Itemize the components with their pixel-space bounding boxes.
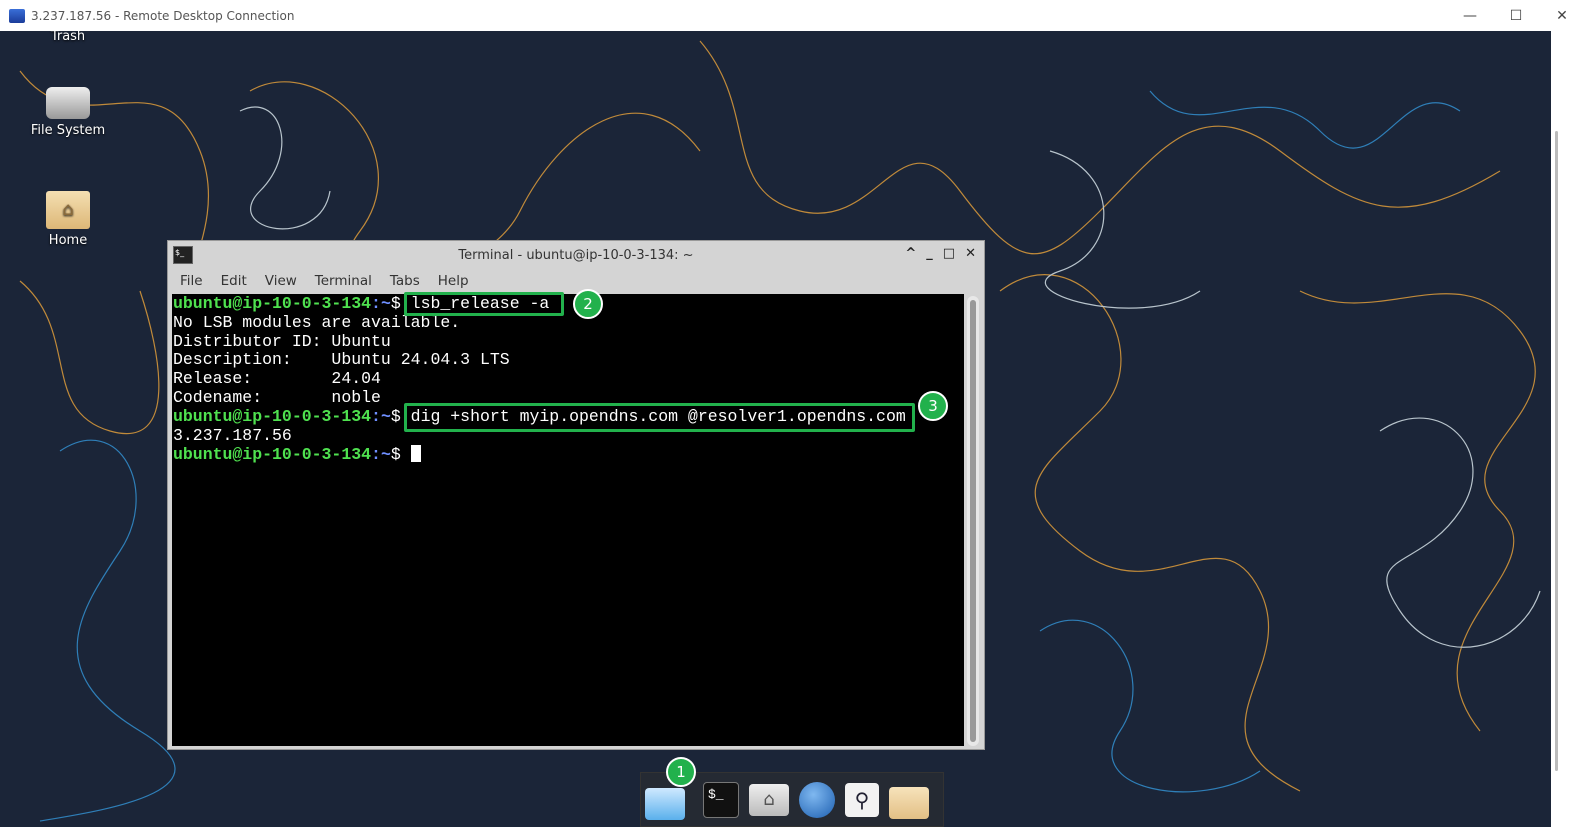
prompt-path: :~ <box>371 294 391 313</box>
menu-tabs[interactable]: Tabs <box>390 273 420 289</box>
terminal-menubar: File Edit View Terminal Tabs Help <box>168 269 984 293</box>
terminal-icon: $_ <box>173 246 193 264</box>
web-browser-icon[interactable] <box>799 781 835 818</box>
output-line: Description: Ubuntu 24.04.3 LTS <box>173 350 510 370</box>
output-line: No LSB modules are available. <box>173 312 461 332</box>
menu-help[interactable]: Help <box>438 273 469 289</box>
prompt-user: ubuntu@ip-10-0-3-134 <box>173 406 372 426</box>
term-maximize-button[interactable]: □ <box>943 246 955 261</box>
prompt-symbol: $ <box>390 445 411 465</box>
prompt-path: :~ <box>371 445 391 465</box>
terminal-titlebar[interactable]: $_ Terminal - ubuntu@ip-10-0-3-134: ~ ^ _… <box>168 241 984 269</box>
minimize-button[interactable]: — <box>1447 0 1493 31</box>
menu-view[interactable]: View <box>265 273 297 289</box>
home-label: Home <box>48 233 88 248</box>
terminal-scrollbar[interactable] <box>967 296 979 746</box>
annotation-number-2: 2 <box>573 289 603 319</box>
desktop-icon-trash[interactable]: Trash <box>23 31 113 44</box>
annotation-box-3 <box>404 403 915 432</box>
menu-edit[interactable]: Edit <box>221 273 247 289</box>
annotation-number-1: 1 <box>666 757 696 787</box>
output-line: Distributor ID: Ubuntu <box>173 331 391 351</box>
term-minimize-button[interactable]: _ <box>926 246 933 261</box>
terminal-launcher-icon[interactable]: $_ <box>703 781 739 818</box>
prompt-path: :~ <box>371 406 391 426</box>
annotation-box-2 <box>404 292 564 316</box>
desktop-scrollbar[interactable] <box>1551 31 1585 827</box>
file-system-label: File System <box>30 123 106 138</box>
menu-terminal[interactable]: Terminal <box>315 273 372 289</box>
file-manager-icon[interactable] <box>889 786 929 819</box>
annotation-number-3: 3 <box>918 391 948 421</box>
desktop-icon-home[interactable]: ⌂ Home <box>23 191 113 248</box>
home-folder-icon: ⌂ <box>46 191 90 229</box>
show-desktop-icon[interactable] <box>645 787 685 820</box>
output-line: Release: 24.04 <box>173 369 381 389</box>
maximize-button[interactable]: ☐ <box>1493 0 1539 31</box>
menu-file[interactable]: File <box>180 273 203 289</box>
trash-label: Trash <box>50 31 86 44</box>
search-icon[interactable]: ⚲ <box>845 782 879 817</box>
prompt-user: ubuntu@ip-10-0-3-134 <box>173 294 372 313</box>
terminal-output[interactable]: ubuntu@ip-10-0-3-134:~$ lsb_release -a No… <box>172 294 964 746</box>
shade-button[interactable]: ^ <box>905 246 916 261</box>
window-title: 3.237.187.56 - Remote Desktop Connection <box>31 8 295 23</box>
rdp-titlebar: 3.237.187.56 - Remote Desktop Connection… <box>0 0 1585 31</box>
desktop-icon-file-system[interactable]: File System <box>23 87 113 138</box>
terminal-window: $_ Terminal - ubuntu@ip-10-0-3-134: ~ ^ _… <box>167 240 985 750</box>
home-folder-launcher-icon[interactable]: ⌂ <box>749 783 789 816</box>
term-close-button[interactable]: ✕ <box>965 246 976 261</box>
prompt-user: ubuntu@ip-10-0-3-134 <box>173 445 372 465</box>
prompt-line: ubuntu@ip-10-0-3-134:~$ lsb_release -a <box>173 294 963 314</box>
close-button[interactable]: ✕ <box>1539 0 1585 31</box>
rdp-icon <box>9 8 25 23</box>
prompt-line: ubuntu@ip-10-0-3-134:~$ <box>173 445 963 465</box>
hard-drive-icon <box>46 87 90 119</box>
text-cursor <box>410 445 421 463</box>
terminal-title: Terminal - ubuntu@ip-10-0-3-134: ~ <box>458 247 694 263</box>
